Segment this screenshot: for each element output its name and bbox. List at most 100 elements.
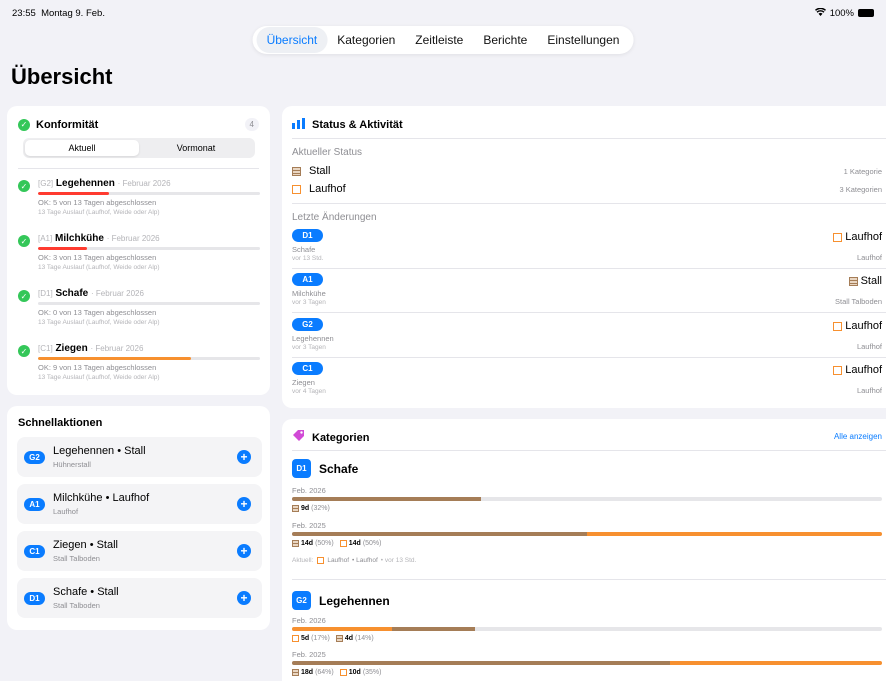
current-time: • vor 13 Std. bbox=[380, 557, 417, 564]
laufhof-icon bbox=[833, 232, 843, 242]
category-badge: A1 bbox=[24, 498, 45, 511]
period-label: Feb. 2025 bbox=[292, 650, 326, 659]
checkmark-icon: ✓ bbox=[18, 118, 30, 131]
tab-uebersicht[interactable]: Übersicht bbox=[256, 27, 328, 53]
item-note: 13 Tage Auslauf (Laufhof, Weide oder Alp… bbox=[38, 319, 160, 326]
stall-segment bbox=[292, 532, 587, 536]
change-row[interactable]: D1 Schafe vor 13 Std. Laufhof Laufhof bbox=[292, 229, 882, 269]
change-target: Laufhof bbox=[845, 364, 882, 376]
category-block-schafe[interactable]: D1 Schafe Feb. 2026 9d (32%) Feb. 2025 1… bbox=[292, 459, 882, 584]
current-location: • Laufhof bbox=[352, 557, 378, 564]
progress-bar bbox=[38, 192, 260, 195]
conformity-item[interactable]: ✓ [D1] Schafe · Februar 2026 OK: 0 von 1… bbox=[18, 286, 260, 341]
quick-action-legehennen[interactable]: G2 Legehennen • Stall Hühnerstall + bbox=[17, 437, 262, 477]
quick-action-title: Schafe • Stall bbox=[53, 586, 119, 598]
status-name: Laufhof bbox=[309, 183, 346, 195]
legend-pct: (32%) bbox=[311, 505, 330, 512]
add-icon[interactable]: + bbox=[237, 544, 251, 558]
item-code: [D1] bbox=[38, 289, 53, 298]
stall-icon bbox=[292, 669, 299, 676]
period-legend: 14d (50%) 14d (50%) bbox=[292, 540, 382, 547]
change-name: Ziegen bbox=[292, 378, 315, 387]
category-badge: D1 bbox=[292, 459, 311, 478]
progress-fill bbox=[38, 247, 87, 250]
conformity-item[interactable]: ✓ [A1] Milchkühe · Februar 2026 OK: 3 vo… bbox=[18, 231, 260, 286]
quick-action-milchkuehe[interactable]: A1 Milchkühe • Laufhof Laufhof + bbox=[17, 484, 262, 524]
quick-action-subtitle: Stall Talboden bbox=[53, 601, 100, 610]
laufhof-icon bbox=[339, 669, 347, 676]
chart-bars-icon bbox=[292, 116, 305, 134]
item-name: Schafe bbox=[55, 288, 89, 299]
divider bbox=[292, 357, 886, 358]
conformity-item[interactable]: ✓ [C1] Ziegen · Februar 2026 OK: 9 von 1… bbox=[18, 341, 260, 396]
page-title: Übersicht bbox=[11, 64, 113, 89]
category-badge: C1 bbox=[292, 362, 323, 375]
quick-action-subtitle: Stall Talboden bbox=[53, 554, 100, 563]
category-badge: D1 bbox=[24, 592, 45, 605]
change-time: vor 13 Std. bbox=[292, 255, 324, 262]
divider bbox=[292, 312, 886, 313]
stall-icon bbox=[335, 635, 343, 642]
category-badge: G2 bbox=[292, 591, 311, 610]
item-code: [G2] bbox=[38, 179, 54, 188]
change-target: Stall bbox=[860, 275, 882, 287]
item-name: Ziegen bbox=[55, 343, 88, 354]
laufhof-segment bbox=[669, 661, 882, 665]
category-name: Legehennen bbox=[319, 593, 390, 608]
change-row[interactable]: C1 Ziegen vor 4 Tagen Laufhof Laufhof bbox=[292, 362, 882, 402]
quick-actions-card: Schnellaktionen G2 Legehennen • Stall Hü… bbox=[7, 406, 270, 630]
legend-pct: (17%) bbox=[311, 635, 330, 642]
current-status-label: Aktueller Status bbox=[292, 147, 363, 158]
categories-card: Kategorien Alle anzeigen D1 Schafe Feb. … bbox=[282, 419, 886, 681]
quick-action-ziegen[interactable]: C1 Ziegen • Stall Stall Talboden + bbox=[17, 531, 262, 571]
item-note: 13 Tage Auslauf (Laufhof, Weide oder Alp… bbox=[38, 374, 160, 381]
conformity-list: ✓ [G2] Legehennen · Februar 2026 OK: 5 v… bbox=[18, 176, 260, 396]
laufhof-icon bbox=[317, 557, 325, 564]
change-row[interactable]: A1 Milchkühe vor 3 Tagen Stall Stall Tal… bbox=[292, 273, 882, 313]
legend-pct: (50%) bbox=[315, 540, 334, 547]
status-activity-card: Status & Aktivität Aktueller Status Stal… bbox=[282, 106, 886, 408]
legend-pct: (14%) bbox=[355, 635, 374, 642]
change-time: vor 3 Tagen bbox=[292, 344, 326, 351]
add-icon[interactable]: + bbox=[237, 450, 251, 464]
stacked-bar bbox=[292, 532, 882, 536]
add-icon[interactable]: + bbox=[237, 591, 251, 605]
add-icon[interactable]: + bbox=[237, 497, 251, 511]
category-block-legehennen[interactable]: G2 Legehennen Feb. 2026 5d (17%) 4d (14%… bbox=[292, 591, 882, 681]
tab-kategorien[interactable]: Kategorien bbox=[327, 27, 405, 53]
current-label: Aktuell: bbox=[292, 557, 314, 564]
conformity-item[interactable]: ✓ [G2] Legehennen · Februar 2026 OK: 5 v… bbox=[18, 176, 260, 231]
category-badge: D1 bbox=[292, 229, 323, 242]
laufhof-icon bbox=[833, 365, 843, 375]
legend-value: 10d bbox=[348, 669, 361, 676]
category-name: Schafe bbox=[319, 461, 359, 476]
period-legend: 5d (17%) 4d (14%) bbox=[292, 635, 374, 642]
tab-zeitleiste[interactable]: Zeitleiste bbox=[405, 27, 473, 53]
item-name: Legehennen bbox=[55, 178, 115, 189]
show-all-link[interactable]: Alle anzeigen bbox=[834, 432, 882, 441]
status-date: Montag 9. Feb. bbox=[41, 7, 105, 19]
stall-icon bbox=[292, 166, 301, 176]
change-name: Schafe bbox=[292, 245, 316, 254]
stall-icon bbox=[292, 540, 299, 547]
quick-action-subtitle: Laufhof bbox=[53, 507, 79, 516]
item-ok: OK: 0 von 13 Tagen abgeschlossen bbox=[38, 308, 157, 317]
legend-pct: (35%) bbox=[362, 669, 382, 676]
segment-vormonat[interactable]: Vormonat bbox=[139, 140, 253, 156]
segmented-control: Aktuell Vormonat bbox=[23, 138, 255, 158]
segment-aktuell[interactable]: Aktuell bbox=[25, 140, 139, 156]
status-row-laufhof: Laufhof 3 Kategorien bbox=[292, 182, 882, 196]
change-target: Laufhof bbox=[845, 320, 882, 332]
item-period: · Februar 2026 bbox=[90, 344, 144, 353]
divider bbox=[292, 579, 886, 580]
stall-segment bbox=[292, 497, 481, 501]
change-location: Laufhof bbox=[856, 386, 882, 395]
legend-value: 5d bbox=[301, 635, 310, 642]
divider bbox=[292, 450, 886, 451]
item-ok: OK: 5 von 13 Tagen abgeschlossen bbox=[38, 198, 157, 207]
quick-action-schafe[interactable]: D1 Schafe • Stall Stall Talboden + bbox=[17, 578, 262, 618]
tab-einstellungen[interactable]: Einstellungen bbox=[537, 27, 629, 53]
stall-icon bbox=[848, 276, 858, 286]
tab-berichte[interactable]: Berichte bbox=[473, 27, 537, 53]
change-row[interactable]: G2 Legehennen vor 3 Tagen Laufhof Laufho… bbox=[292, 318, 882, 358]
